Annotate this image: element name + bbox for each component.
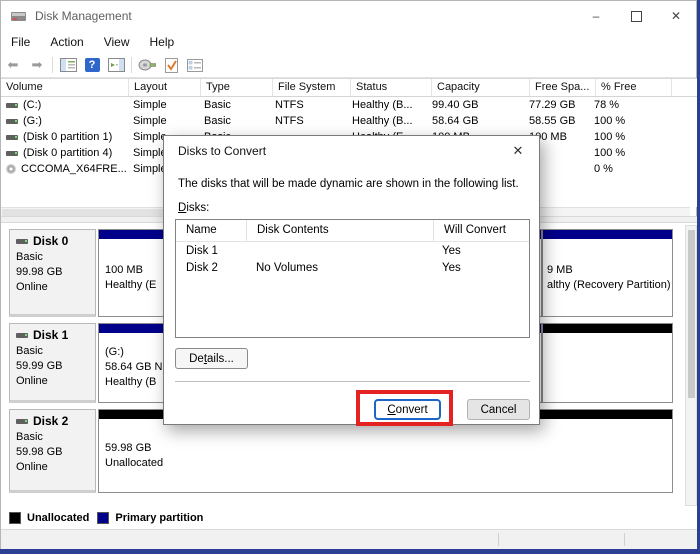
minimize-button[interactable]: – xyxy=(576,1,616,31)
title-bar[interactable]: Disk Management – ✕ xyxy=(1,1,696,31)
menu-bar: File Action View Help xyxy=(1,31,696,53)
menu-action[interactable]: Action xyxy=(40,33,93,51)
convert-disk-row[interactable]: Disk 2 No Volumes Yes xyxy=(176,259,529,276)
disk-icon xyxy=(16,419,28,424)
maximize-button[interactable] xyxy=(616,1,656,31)
legend-primary-label: Primary partition xyxy=(115,512,203,524)
volume-row[interactable]: (C:) Simple Basic NTFS Healthy (B... 99.… xyxy=(1,97,697,113)
column-header-disk-contents[interactable]: Disk Contents xyxy=(247,220,434,241)
disk-size: 59.98 GB xyxy=(16,445,95,460)
partition-color-band xyxy=(543,230,672,239)
back-icon[interactable]: ⬅ xyxy=(1,55,25,76)
disks-listbox[interactable]: Name Disk Contents Will Convert Disk 1 Y… xyxy=(175,219,530,338)
disk1-tile[interactable]: Disk 1 Basic 59.99 GB Online xyxy=(9,323,96,403)
primary-partition-swatch xyxy=(97,512,109,524)
dialog-title-bar[interactable]: Disks to Convert ✕ xyxy=(164,136,539,166)
properties-list-icon[interactable] xyxy=(183,55,207,76)
column-header-will-convert[interactable]: Will Convert xyxy=(434,220,529,241)
details-button[interactable]: Details... xyxy=(175,348,248,369)
volume-list-header: Volume Layout Type File System Status Ca… xyxy=(1,79,697,97)
disk-size: 99.98 GB xyxy=(16,265,95,280)
dialog-close-button[interactable]: ✕ xyxy=(497,136,539,166)
disk-status: Online xyxy=(16,374,95,389)
cancel-button[interactable]: Cancel xyxy=(467,399,530,420)
volume-icon xyxy=(6,103,18,108)
dialog-title: Disks to Convert xyxy=(178,144,266,158)
menu-file[interactable]: File xyxy=(1,33,40,51)
disk-type: Basic xyxy=(16,344,95,359)
disk-view-icon[interactable] xyxy=(135,55,159,76)
disk-type: Basic xyxy=(16,430,95,445)
status-separator xyxy=(498,533,499,546)
forward-icon[interactable]: ➡ xyxy=(25,55,49,76)
unallocated-swatch xyxy=(9,512,21,524)
app-icon xyxy=(11,10,27,23)
column-header-filesystem[interactable]: File System xyxy=(273,79,351,96)
legend-bar: Unallocated Primary partition xyxy=(1,506,697,529)
vertical-scrollbar[interactable] xyxy=(685,225,697,506)
menu-help[interactable]: Help xyxy=(140,33,185,51)
disk2-tile[interactable]: Disk 2 Basic 59.98 GB Online xyxy=(9,409,96,493)
column-header-freespace[interactable]: Free Spa... xyxy=(530,79,596,96)
volume-icon xyxy=(6,135,18,140)
dialog-message: The disks that will be made dynamic are … xyxy=(178,178,528,190)
column-header-percentfree[interactable]: % Free xyxy=(596,79,672,96)
column-header-status[interactable]: Status xyxy=(351,79,432,96)
disk-icon xyxy=(16,333,28,338)
disk-status: Online xyxy=(16,280,95,295)
column-header-volume[interactable]: Volume xyxy=(1,79,129,96)
disk-name: Disk 2 xyxy=(33,414,68,428)
scrollbar-thumb[interactable] xyxy=(688,230,695,398)
column-header-type[interactable]: Type xyxy=(201,79,273,96)
column-header-name[interactable]: Name xyxy=(176,220,247,241)
disk-icon xyxy=(16,239,28,244)
maximize-icon xyxy=(631,11,642,22)
check-disk-icon[interactable] xyxy=(159,55,183,76)
close-button[interactable]: ✕ xyxy=(656,1,696,31)
partition-color-band xyxy=(543,324,672,333)
close-icon: ✕ xyxy=(513,143,524,159)
toolbar-separator xyxy=(131,57,132,73)
disk1-unallocated-segment[interactable] xyxy=(542,323,673,403)
convert-disk-row[interactable]: Disk 1 Yes xyxy=(176,242,529,259)
disk0-partition-recovery[interactable]: 9 MB althy (Recovery Partition) xyxy=(542,229,673,317)
volume-icon xyxy=(6,151,18,156)
status-separator xyxy=(624,533,625,546)
show-console-tree-icon[interactable] xyxy=(56,55,80,76)
menu-view[interactable]: View xyxy=(94,33,140,51)
column-header-layout[interactable]: Layout xyxy=(129,79,201,96)
cd-icon xyxy=(6,164,16,174)
volume-row[interactable]: (G:) Simple Basic NTFS Healthy (B... 58.… xyxy=(1,113,697,129)
disk-size: 59.99 GB xyxy=(16,359,95,374)
disk-type: Basic xyxy=(16,250,95,265)
disk-name: Disk 0 xyxy=(33,234,68,248)
column-header-filler xyxy=(672,79,697,96)
disk0-tile[interactable]: Disk 0 Basic 99.98 GB Online xyxy=(9,229,96,317)
column-header-capacity[interactable]: Capacity xyxy=(432,79,530,96)
disks-label: Disks: xyxy=(178,202,209,214)
toolbar-separator xyxy=(52,57,53,73)
disks-listbox-header: Name Disk Contents Will Convert xyxy=(176,220,529,242)
volume-icon xyxy=(6,119,18,124)
disk-name: Disk 1 xyxy=(33,328,68,342)
red-highlight-annotation xyxy=(356,390,453,426)
disk-status: Online xyxy=(16,460,95,475)
window-title: Disk Management xyxy=(35,9,132,23)
toolbar: ⬅ ➡ ? xyxy=(1,53,696,78)
status-bar xyxy=(1,529,697,549)
legend-unallocated-label: Unallocated xyxy=(27,512,89,524)
dialog-separator xyxy=(175,381,530,382)
show-action-pane-icon[interactable] xyxy=(104,55,128,76)
disks-to-convert-dialog: Disks to Convert ✕ The disks that will b… xyxy=(163,135,540,425)
help-icon[interactable]: ? xyxy=(80,55,104,76)
